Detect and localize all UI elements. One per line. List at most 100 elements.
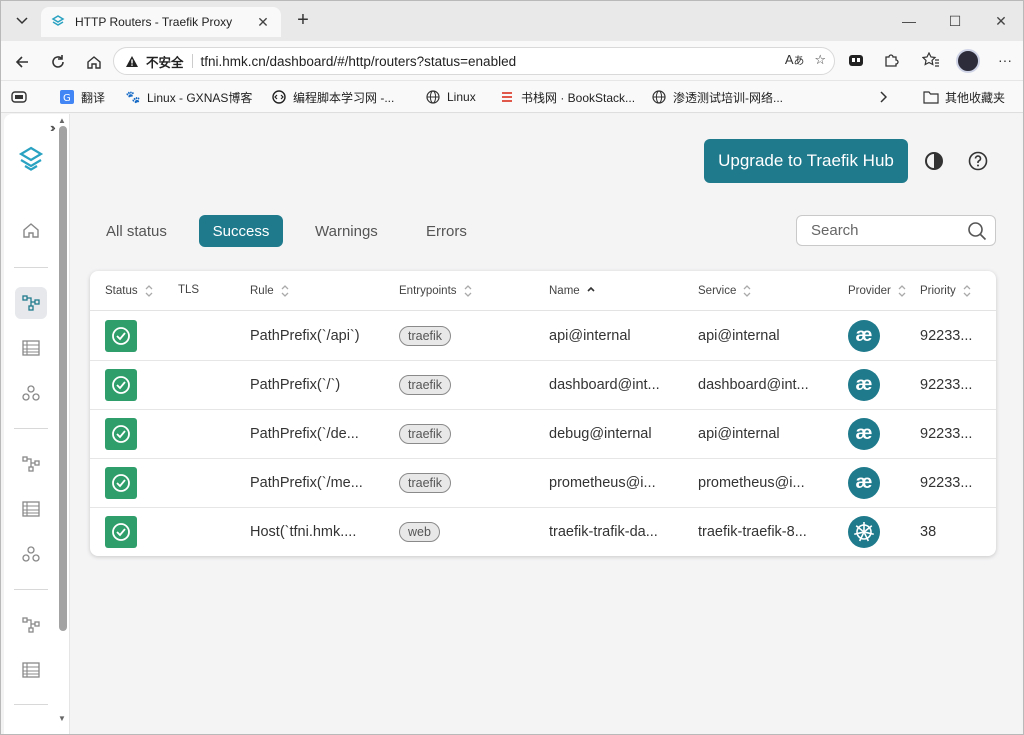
provider-cell: æ [848, 410, 888, 458]
browser-tab[interactable]: HTTP Routers - Traefik Proxy ✕ [41, 7, 281, 37]
column-provider[interactable]: Provider [848, 284, 907, 298]
close-window-button[interactable]: ✕ [981, 9, 1021, 33]
filter-warnings[interactable]: Warnings [303, 215, 390, 247]
collapse-sidebar-icon[interactable]: ›› [50, 120, 55, 135]
sidebar-item-tcp-middlewares[interactable] [15, 538, 47, 570]
arrow-left-icon [15, 56, 28, 68]
other-bookmarks[interactable]: 其他收藏夹 [923, 88, 1005, 106]
priority-value: 92233... [920, 475, 973, 491]
puzzle-icon[interactable] [881, 50, 901, 70]
sidebar-item-tcp-routers[interactable] [15, 448, 47, 480]
sort-icon [281, 285, 289, 297]
translate-icon: G [59, 89, 75, 105]
filter-errors[interactable]: Errors [414, 215, 479, 247]
table-row-3[interactable]: PathPrefix(`/me... traefik prometheus@i.… [90, 459, 996, 508]
sidebar-divider [14, 589, 48, 590]
sidebar-item-http-services[interactable] [15, 332, 47, 364]
bookstack-icon [499, 89, 515, 105]
profile-avatar[interactable] [956, 49, 980, 73]
service-cell: traefik-traefik-8... [698, 508, 828, 556]
service-cell: dashboard@int... [698, 361, 828, 409]
scroll-up-icon[interactable]: ▲ [58, 116, 66, 125]
column-rule[interactable]: Rule [250, 284, 290, 298]
traefik-favicon-icon [51, 14, 67, 30]
sidebar-item-udp-routers[interactable] [15, 609, 47, 641]
status-cell [105, 410, 145, 458]
warning-icon[interactable] [124, 53, 140, 69]
table-row-1[interactable]: PathPrefix(`/`) traefik dashboard@int...… [90, 361, 996, 410]
sidebar-item-http-routers[interactable] [15, 287, 47, 319]
reload-button[interactable] [45, 49, 71, 75]
search-input[interactable]: Search [796, 215, 996, 246]
column-status[interactable]: Status [105, 284, 154, 298]
priority-value: 92233... [920, 377, 973, 393]
column-label: Status [105, 285, 138, 297]
minimize-button[interactable]: — [889, 9, 929, 33]
theme-toggle-button[interactable] [923, 150, 945, 172]
sidebar-item-home[interactable] [15, 214, 47, 246]
bookmark-2[interactable]: 编程脚本学习网 -... [271, 88, 394, 106]
column-priority[interactable]: Priority [920, 284, 972, 298]
table-row-4[interactable]: Host(`tfni.hmk.... web traefik-trafik-da… [90, 508, 996, 556]
rule-value: PathPrefix(`/api`) [250, 328, 360, 344]
status-cell [105, 459, 145, 507]
status-cell [105, 508, 145, 556]
upgrade-button[interactable]: Upgrade to Traefik Hub [704, 139, 908, 183]
rule-value: Host(`tfni.hmk.... [250, 524, 357, 540]
tab-close-icon[interactable]: ✕ [255, 14, 271, 31]
extension-icon[interactable] [846, 50, 866, 70]
contrast-icon [925, 152, 943, 170]
entrypoint-cell: traefik [399, 459, 529, 507]
entrypoint-chip: traefik [399, 473, 452, 493]
bookmark-4[interactable]: 书栈网 · BookStack... [499, 88, 635, 106]
service-cell: prometheus@i... [698, 459, 828, 507]
sidebar-item-udp-services[interactable] [15, 654, 47, 686]
name-cell: prometheus@i... [549, 459, 679, 507]
sidebar-item-tcp-services[interactable] [15, 493, 47, 525]
filter-success[interactable]: Success [199, 215, 283, 247]
filter-all-status[interactable]: All status [94, 215, 179, 247]
entrypoint-cell: traefik [399, 361, 529, 409]
bookmarks-overflow-button[interactable] [879, 88, 887, 106]
home-button[interactable] [81, 49, 107, 75]
tab-actions-icon[interactable] [11, 88, 27, 106]
new-tab-button[interactable]: + [291, 9, 315, 33]
table-row-2[interactable]: PathPrefix(`/de... traefik debug@interna… [90, 410, 996, 459]
traefik-logo-icon[interactable] [15, 144, 47, 176]
service-value: api@internal [698, 328, 780, 344]
bookmark-1[interactable]: 🐾 Linux - GXNAS博客 [125, 88, 253, 106]
column-service[interactable]: Service [698, 284, 752, 298]
kubernetes-provider-icon [848, 516, 880, 548]
bookmark-3[interactable]: Linux [425, 88, 476, 106]
rule-cell: PathPrefix(`/`) [250, 361, 380, 409]
column-entrypoints[interactable]: Entrypoints [399, 284, 473, 298]
table-header: Status TLS Rule Entrypoints Name Service… [90, 271, 996, 311]
tab-actions-menu-button[interactable] [9, 9, 35, 33]
column-name[interactable]: Name [549, 284, 596, 298]
bookmark-label: 编程脚本学习网 -... [293, 90, 395, 105]
favorites-icon[interactable] [921, 50, 941, 70]
url-text[interactable]: tfni.hmk.cn/dashboard/#/http/routers?sta… [201, 54, 517, 69]
table-row-0[interactable]: PathPrefix(`/api`) traefik api@internal … [90, 312, 996, 361]
service-value: api@internal [698, 426, 780, 442]
tab-title: HTTP Routers - Traefik Proxy [75, 15, 233, 29]
scroll-down-icon[interactable]: ▼ [58, 714, 66, 723]
bookmark-0[interactable]: G 翻译 [59, 88, 105, 106]
bookmark-label: 书栈网 · BookStack... [521, 90, 636, 105]
maximize-button[interactable]: ☐ [935, 9, 975, 33]
bookmark-5[interactable]: 渗透测试培训-网络... [651, 88, 783, 106]
help-button[interactable] [967, 150, 989, 172]
gxnas-icon: 🐾 [125, 90, 141, 104]
services-icon [22, 501, 40, 517]
address-bar[interactable]: 不安全 tfni.hmk.cn/dashboard/#/http/routers… [113, 47, 835, 75]
favorite-star-icon[interactable]: ☆ [814, 52, 826, 68]
sidebar-scrollbar[interactable] [59, 126, 67, 631]
sidebar-item-http-middlewares[interactable] [15, 377, 47, 409]
column-label: Provider [848, 285, 891, 297]
services-icon [22, 662, 40, 678]
read-aloud-icon[interactable]: Aあ [785, 52, 805, 68]
more-menu-icon[interactable]: ··· [995, 50, 1015, 70]
tab-strip: HTTP Routers - Traefik Proxy ✕ + — ☐ ✕ [1, 1, 1023, 41]
bookmarks-bar: G 翻译 🐾 Linux - GXNAS博客 编程脚本学习网 -... Linu… [1, 81, 1023, 113]
back-button[interactable] [9, 49, 35, 75]
